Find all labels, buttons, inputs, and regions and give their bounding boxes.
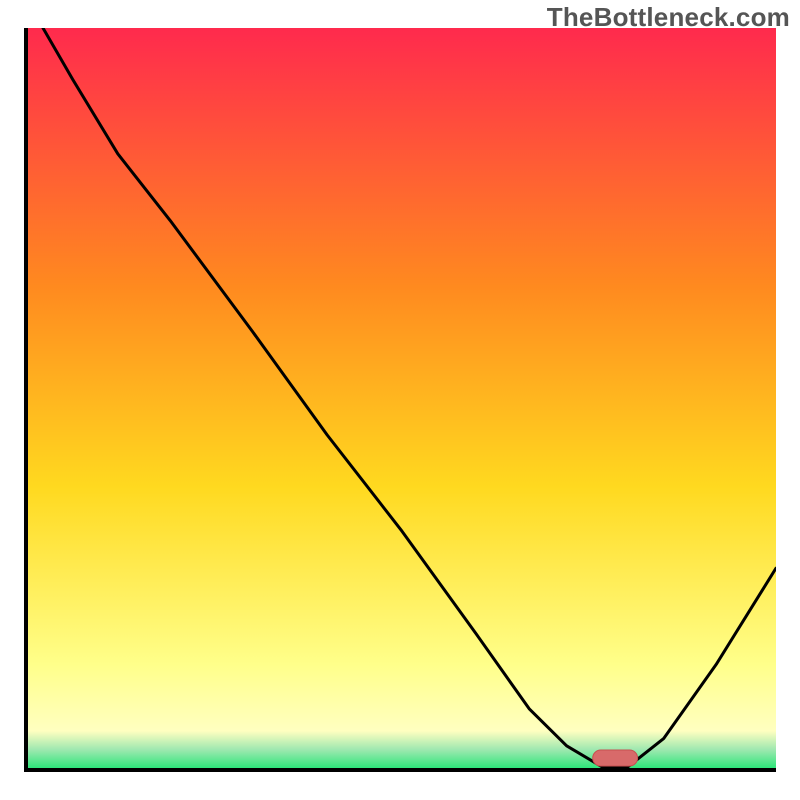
plot-area (24, 28, 776, 772)
optimal-range-marker (28, 28, 776, 768)
chart-container: TheBottleneck.com (0, 0, 800, 800)
